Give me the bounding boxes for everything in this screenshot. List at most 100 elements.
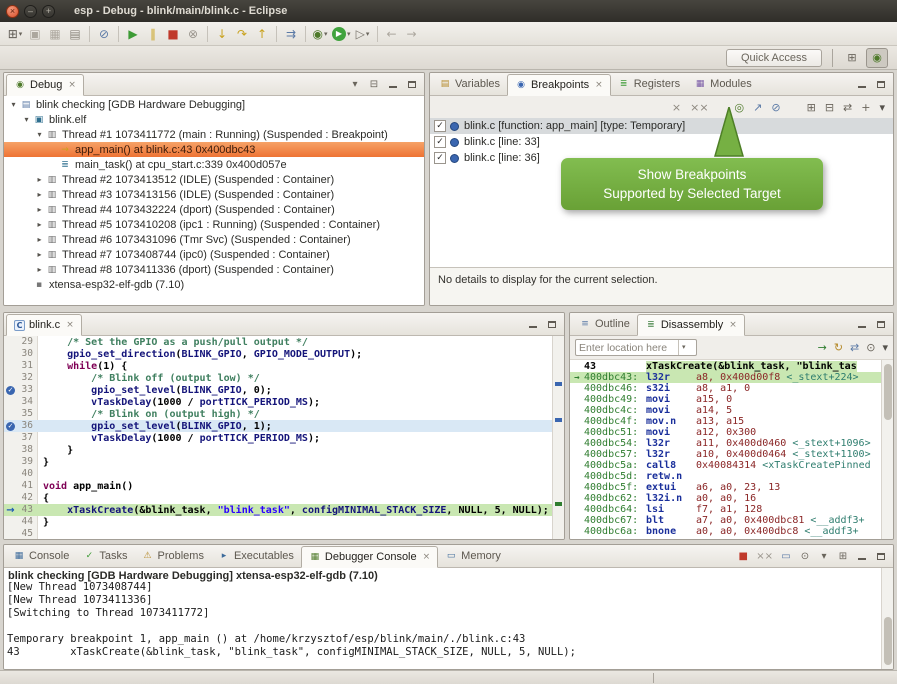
tab-variables[interactable]: ▤Variables	[432, 73, 507, 95]
code-line[interactable]: 31 while(1) {	[4, 360, 552, 372]
tab-console[interactable]: ▦Console	[6, 545, 76, 567]
disassembly-row[interactable]: 400dbc5d:retw.n	[570, 471, 881, 482]
code-line[interactable]: 42{	[4, 492, 552, 504]
breakpoint-checkbox[interactable]: ✓	[434, 152, 446, 164]
skip-all-breakpoints-button[interactable]: ⊘	[94, 24, 114, 44]
debug-tree-item[interactable]: ▸▥Thread #5 1073410208 (ipc1 : Running) …	[4, 217, 424, 232]
overview-ruler[interactable]	[552, 336, 564, 539]
expand-arrow-icon[interactable]: ▸	[34, 175, 45, 184]
print-button[interactable]: ▤	[65, 24, 85, 44]
code-line[interactable]: 30 gpio_set_direction(BLINK_GPIO, GPIO_M…	[4, 348, 552, 360]
code-line[interactable]: 45	[4, 528, 552, 539]
tab-blink-c[interactable]: Cblink.c×	[6, 314, 82, 336]
expand-arrow-icon[interactable]: ▸	[34, 205, 45, 214]
debug-tree-item[interactable]: →app_main() at blink.c:43 0x400dbc43	[4, 142, 424, 157]
maximize-button[interactable]	[406, 78, 418, 90]
debug-tree-item[interactable]: ▸▥Thread #6 1073431096 (Tmr Svc) (Suspen…	[4, 232, 424, 247]
expand-all-button[interactable]: ⊞	[807, 101, 816, 114]
expand-arrow-icon[interactable]: ▸	[34, 265, 45, 274]
disconnect-button[interactable]: ⊗	[183, 24, 203, 44]
code-line[interactable]: ✓36 gpio_set_level(BLINK_GPIO, 1);	[4, 420, 552, 432]
minimize-button[interactable]	[387, 78, 399, 90]
minimize-button[interactable]	[527, 318, 539, 330]
back-button[interactable]: ←	[382, 24, 402, 44]
debug-tree-item[interactable]: ▸▥Thread #8 1073411336 (dport) (Suspende…	[4, 262, 424, 277]
debug-view-menu-button[interactable]: ▾	[349, 78, 361, 90]
disassembly-row[interactable]: 400dbc67:blta7, a0, 0x400dbc81 <__addf3+	[570, 515, 881, 526]
debug-tree-item[interactable]: ▸▥Thread #2 1073413512 (IDLE) (Suspended…	[4, 172, 424, 187]
expand-arrow-icon[interactable]: ▸	[34, 250, 45, 259]
goto-breakpoint-file-button[interactable]: ↗	[753, 101, 762, 114]
dropdown-arrow-icon[interactable]: ▾	[19, 30, 23, 38]
dropdown-arrow-icon[interactable]: ▾	[366, 30, 370, 38]
minimize-button[interactable]	[856, 550, 868, 562]
close-tab-icon[interactable]: ×	[66, 320, 74, 330]
step-over-button[interactable]: ↷	[232, 24, 252, 44]
maximize-button[interactable]	[875, 318, 887, 330]
remove-all-terminated-button[interactable]: ××	[756, 550, 773, 562]
debug-tree-item[interactable]: ▸▥Thread #3 1073413156 (IDLE) (Suspended…	[4, 187, 424, 202]
expand-arrow-icon[interactable]: ▸	[34, 190, 45, 199]
disassembly-row[interactable]: →400dbc43:l32ra8, 0x400d00f8 <_stext+224…	[570, 372, 881, 383]
disassembly-scrollbar[interactable]	[881, 360, 893, 539]
debug-tree-item[interactable]: ▸▥Thread #7 1073408744 (ipc0) (Suspended…	[4, 247, 424, 262]
scrollbar-handle[interactable]	[884, 364, 892, 420]
code-line[interactable]: 38 }	[4, 444, 552, 456]
chevron-down-icon[interactable]: ▾	[678, 340, 689, 355]
dropdown-arrow-icon[interactable]: ▾	[347, 30, 351, 38]
collapse-all-button[interactable]: ⊟	[368, 78, 380, 90]
tab-memory[interactable]: ▭Memory	[438, 545, 508, 567]
add-breakpoint-button[interactable]: +	[861, 101, 870, 114]
breakpoint-row[interactable]: ✓blink.c [function: app_main] [type: Tem…	[430, 118, 893, 134]
debug-tree-item[interactable]: ▾▥Thread #1 1073411772 (main : Running) …	[4, 127, 424, 142]
disassembly-row[interactable]: 400dbc6a:bnonea0, a0, 0x400dbc8 <__addf3…	[570, 526, 881, 537]
tab-executables[interactable]: ▸Executables	[211, 545, 301, 567]
disassembly-row[interactable]: 400dbc4c:movia14, 5	[570, 405, 881, 416]
code-line[interactable]: ✓33 gpio_set_level(BLINK_GPIO, 0);	[4, 384, 552, 396]
debug-button[interactable]: ◉▾	[310, 24, 330, 44]
source-editor[interactable]: 29 /* Set the GPIO as a push/pull output…	[4, 336, 552, 539]
tab-problems[interactable]: ⚠Problems	[134, 545, 210, 567]
forward-button[interactable]: →	[402, 24, 422, 44]
debugger-console-output[interactable]: blink checking [GDB Hardware Debugging] …	[4, 568, 881, 669]
minimize-button[interactable]	[856, 78, 868, 90]
code-line[interactable]: 41void app_main()	[4, 480, 552, 492]
breakpoint-icon[interactable]: ✓	[6, 422, 15, 431]
tab-disassembly[interactable]: ≣Disassembly×	[637, 314, 745, 336]
tab-modules[interactable]: ▦Modules	[687, 73, 759, 95]
skip-all-breakpoints-button[interactable]: ⊘	[771, 101, 780, 114]
location-combo[interactable]: ▾	[575, 339, 697, 356]
save-button[interactable]: ▣	[25, 24, 45, 44]
code-line[interactable]: 40	[4, 468, 552, 480]
maximize-button[interactable]	[875, 78, 887, 90]
console-scrollbar[interactable]	[881, 568, 893, 669]
debug-tree-item[interactable]: ▪xtensa-esp32-elf-gdb (7.10)	[4, 277, 424, 292]
close-button[interactable]: ×	[6, 5, 19, 18]
code-line[interactable]: 32 /* Blink off (output low) */	[4, 372, 552, 384]
breakpoint-checkbox[interactable]: ✓	[434, 136, 446, 148]
expand-arrow-icon[interactable]: ▸	[34, 235, 45, 244]
goto-pc-button[interactable]: →	[818, 341, 827, 354]
debug-perspective-button[interactable]: ◉	[866, 48, 888, 68]
terminate-console-button[interactable]: ■	[737, 550, 749, 562]
clear-console-button[interactable]: ▭	[780, 550, 792, 562]
close-tab-icon[interactable]: ×	[595, 80, 603, 90]
location-input[interactable]	[576, 342, 678, 354]
disassembly-row[interactable]: 43xTaskCreate(&blink_task, "blink_tas	[570, 361, 881, 372]
code-line[interactable]: →43 xTaskCreate(&blink_task, "blink_task…	[4, 504, 552, 516]
step-into-button[interactable]: ↓	[212, 24, 232, 44]
step-return-button[interactable]: ↑	[252, 24, 272, 44]
debug-tree-item[interactable]: ▾▣blink.elf	[4, 112, 424, 127]
maximize-button[interactable]	[875, 550, 887, 562]
debug-tree-item[interactable]: ▸▥Thread #4 1073432224 (dport) (Suspende…	[4, 202, 424, 217]
minimize-button[interactable]: –	[24, 5, 37, 18]
open-perspective-button[interactable]: ⊞	[841, 48, 863, 68]
tab-breakpoints[interactable]: ◉Breakpoints×	[507, 74, 611, 96]
breakpoint-row[interactable]: ✓blink.c [line: 33]	[430, 134, 893, 150]
maximize-button[interactable]: +	[42, 5, 55, 18]
breakpoint-icon[interactable]: ✓	[6, 386, 15, 395]
debug-tree-item[interactable]: ▾▤blink checking [GDB Hardware Debugging…	[4, 97, 424, 112]
minimize-button[interactable]	[856, 318, 868, 330]
new-wizard-button[interactable]: ⊞▾	[5, 24, 25, 44]
pin-console-button[interactable]: ⊙	[799, 550, 811, 562]
